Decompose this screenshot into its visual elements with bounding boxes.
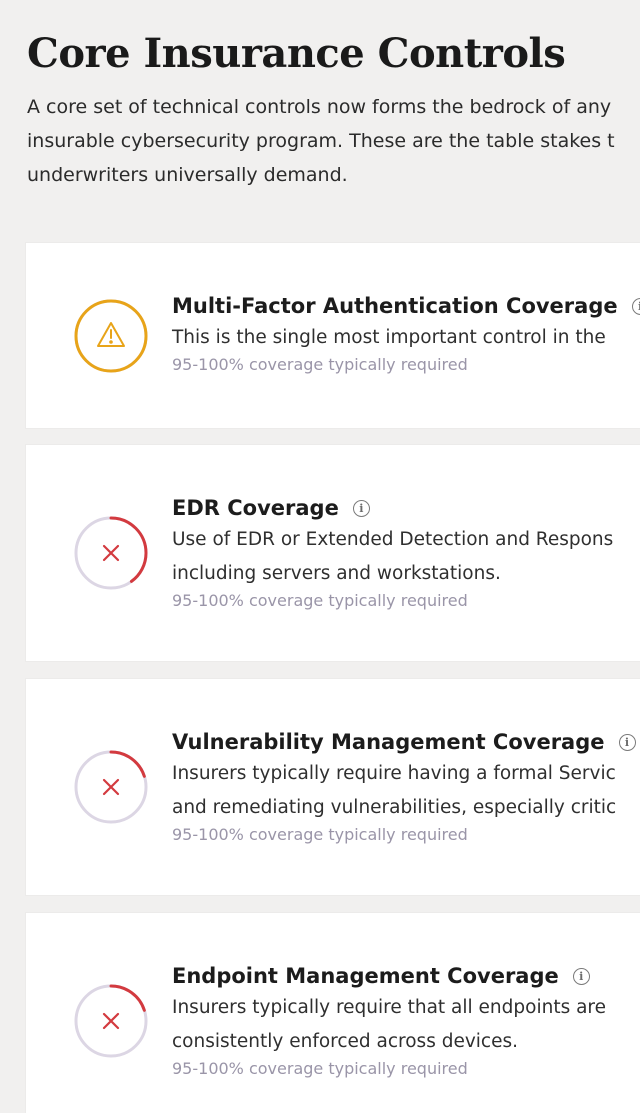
description-line: Use of EDR or Extended Detection and Res… — [172, 529, 614, 550]
info-icon[interactable]: i — [352, 499, 370, 517]
control-description: Insurers typically require having a form… — [172, 757, 640, 825]
control-description: This is the single most important contro… — [172, 321, 640, 355]
description-line: Insurers typically require having a form… — [172, 763, 616, 784]
control-card-vulnerability: Vulnerability Management Coverage i Insu… — [26, 679, 640, 895]
intro-line: insurable cybersecurity program. These a… — [27, 130, 615, 152]
coverage-requirement: 95-100% coverage typically required — [172, 825, 468, 844]
description-line: Insurers typically require that all endp… — [172, 997, 607, 1018]
control-title: Vulnerability Management Coverage — [172, 730, 605, 754]
page-title: Core Insurance Controls — [27, 30, 566, 77]
control-title: EDR Coverage — [172, 496, 339, 520]
control-description: Insurers typically require that all endp… — [172, 991, 640, 1059]
description-line: and remediating vulnerabilities, especia… — [172, 797, 617, 818]
control-title: Endpoint Management Coverage — [172, 964, 559, 988]
status-ring — [73, 298, 149, 374]
info-icon[interactable]: i — [618, 733, 636, 751]
x-icon — [102, 1012, 120, 1030]
control-card-edr: EDR Coverage i Use of EDR or Extended De… — [26, 445, 640, 661]
control-card-endpoint: Endpoint Management Coverage i Insurers … — [26, 913, 640, 1113]
coverage-requirement: 95-100% coverage typically required — [172, 355, 468, 374]
coverage-requirement: 95-100% coverage typically required — [172, 591, 468, 610]
description-line: including servers and workstations. — [172, 563, 501, 584]
status-ring — [73, 749, 149, 825]
x-icon — [102, 778, 120, 796]
info-icon[interactable]: i — [572, 967, 590, 985]
warning-triangle-icon — [97, 322, 125, 347]
intro-line: underwriters universally demand. — [27, 164, 348, 186]
description-line: This is the single most important contro… — [172, 327, 606, 348]
status-ring — [73, 515, 149, 591]
control-description: Use of EDR or Extended Detection and Res… — [172, 523, 640, 591]
page-intro: A core set of technical controls now for… — [27, 90, 640, 192]
coverage-requirement: 95-100% coverage typically required — [172, 1059, 468, 1078]
x-icon — [102, 544, 120, 562]
intro-line: A core set of technical controls now for… — [27, 96, 612, 118]
status-ring — [73, 983, 149, 1059]
info-icon[interactable]: i — [631, 297, 640, 315]
control-card-mfa: Multi-Factor Authentication Coverage i T… — [26, 243, 640, 428]
description-line: consistently enforced across devices. — [172, 1031, 518, 1052]
control-title: Multi-Factor Authentication Coverage — [172, 294, 618, 318]
